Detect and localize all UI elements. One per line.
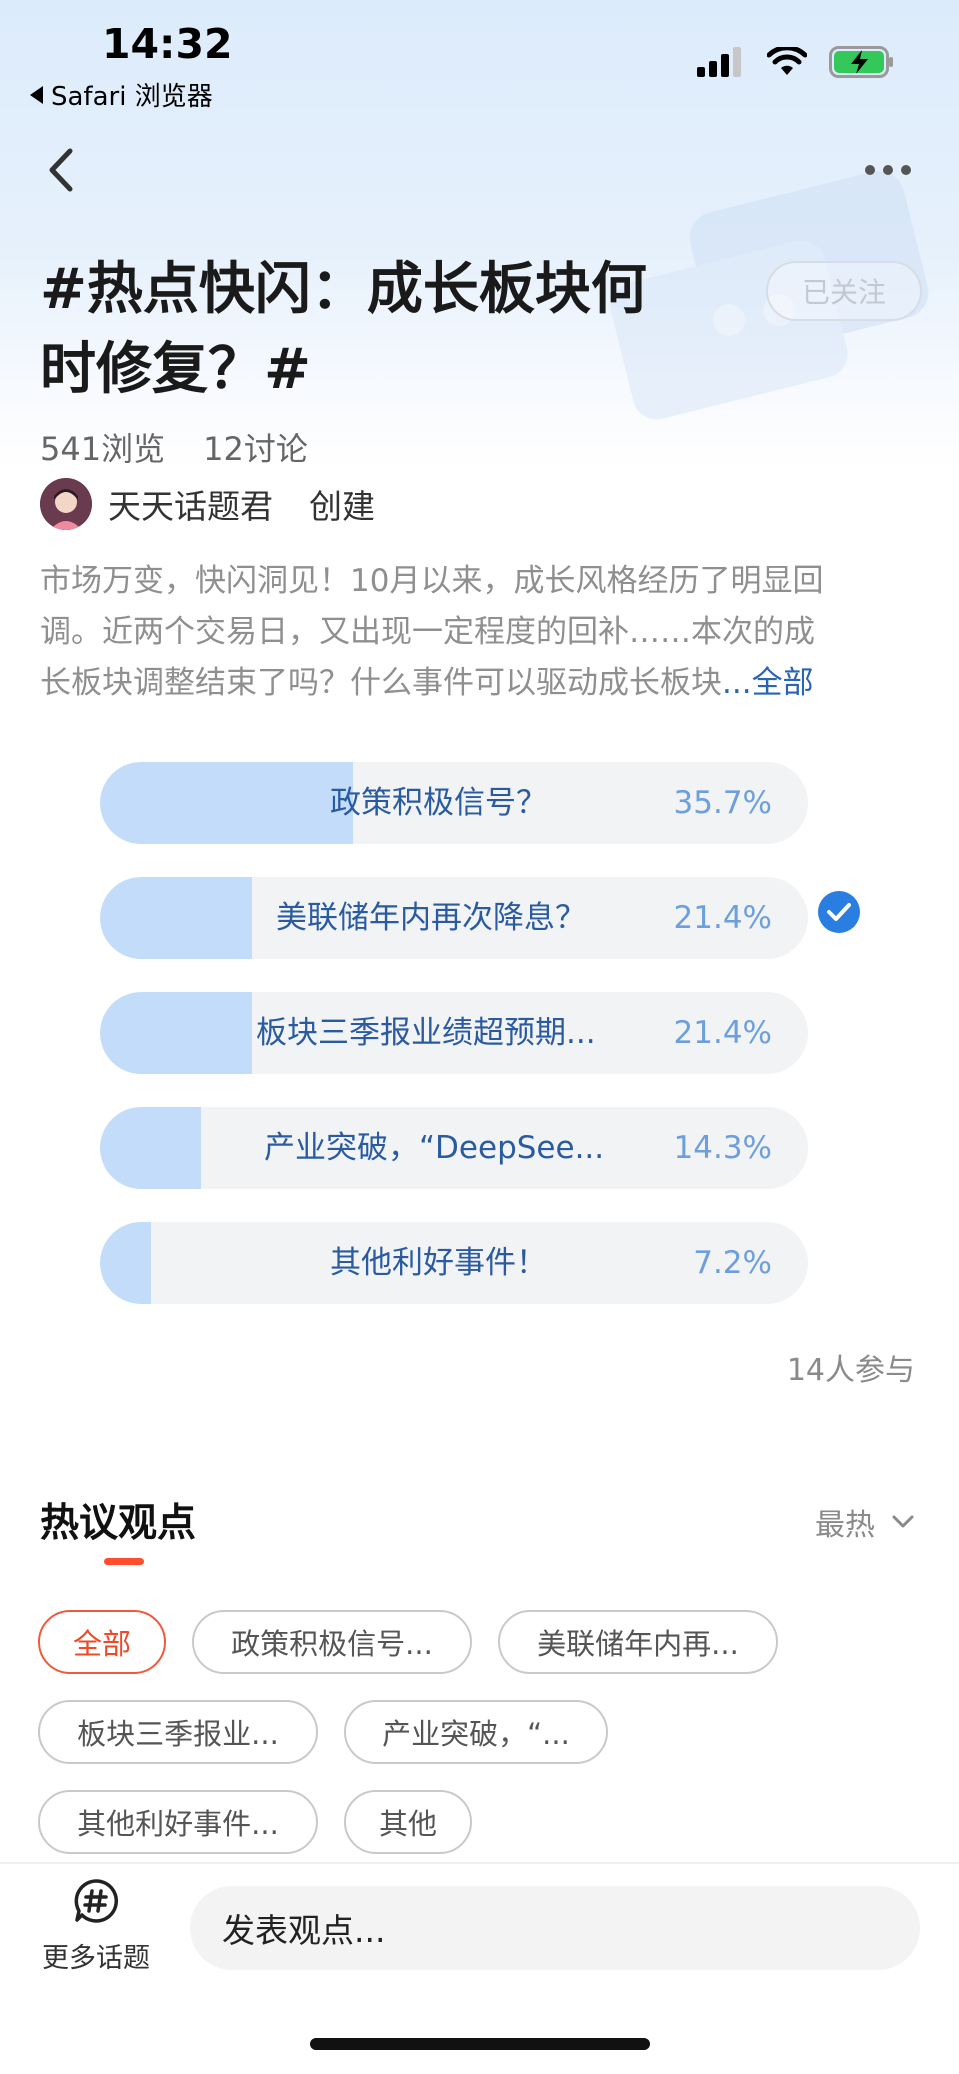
comment-input[interactable]: 发表观点... [190, 1886, 920, 1970]
discussion-count: 12讨论 [203, 430, 308, 468]
desc-line-text: 长板块调整结束了吗？什么事件可以驱动成长板块 [40, 665, 722, 701]
poll-fill-bar [100, 877, 252, 959]
topic-title-line: 时修复？# [40, 337, 311, 402]
status-time: 14:32 [102, 20, 233, 68]
poll-option-percent: 14.3% [673, 1130, 772, 1166]
poll-option-percent: 21.4% [673, 1015, 772, 1051]
poll-option[interactable]: 美联储年内再次降息？ 21.4% [100, 877, 808, 959]
topic-description: 市场万变，快闪洞见！10月以来，成长风格经历了明显回 调。近两个交易日，又出现一… [40, 556, 910, 709]
poll-option-label: 其他利好事件！ [330, 1245, 547, 1281]
poll-option-label: 政策积极信号？ [330, 785, 547, 821]
hashtag-bubble-icon [74, 1879, 119, 1923]
topic-title-line: #热点快闪：成长板块何 [40, 257, 647, 322]
section-title: 热议观点 [40, 1501, 197, 1546]
selected-check-icon [818, 891, 860, 933]
filter-chip[interactable]: 板块三季报业... [38, 1700, 318, 1764]
wifi-icon [767, 47, 807, 75]
view-count: 541浏览 [40, 430, 166, 468]
sort-label: 最热 [815, 1508, 875, 1543]
status-bar: 14:32 Safari 浏览器 [0, 0, 959, 120]
poll-option-label: 板块三季报业绩超预期... [256, 1015, 596, 1051]
poll-option-percent: 21.4% [673, 900, 772, 936]
desc-ellipsis: ... [722, 665, 752, 701]
sort-dropdown[interactable]: 最热 [815, 1500, 915, 1544]
poll-option[interactable]: 产业突破，“DeepSee... 14.3% [100, 1107, 808, 1189]
poll-fill-bar [100, 1107, 202, 1189]
poll-fill-bar [100, 762, 353, 844]
back-chevron-icon[interactable] [42, 145, 82, 195]
expand-description-link[interactable]: 全部 [752, 665, 814, 701]
more-dot [883, 165, 893, 175]
home-indicator [310, 2038, 650, 2050]
poll-option-label: 产业突破，“DeepSee... [264, 1130, 605, 1166]
follow-button[interactable]: 已关注 [766, 261, 922, 321]
poll-option[interactable]: 其他利好事件！ 7.2% [100, 1222, 808, 1304]
more-dot [865, 165, 875, 175]
poll-option-label: 美联储年内再次降息？ [276, 900, 586, 936]
created-label: 创建 [309, 487, 375, 526]
filter-chip-all[interactable]: 全部 [38, 1610, 166, 1674]
creator-info[interactable]: 天天话题君 创建 [40, 478, 375, 530]
avatar [40, 478, 92, 530]
filter-chip[interactable]: 其他 [344, 1790, 472, 1854]
poll-option[interactable]: 政策积极信号？ 35.7% [100, 762, 808, 844]
filter-chip[interactable]: 政策积极信号... [192, 1610, 472, 1674]
back-app-label: Safari 浏览器 [51, 82, 213, 112]
creator-name: 天天话题君 [108, 487, 273, 526]
filter-chip[interactable]: 其他利好事件... [38, 1790, 318, 1854]
poll-fill-bar [100, 992, 252, 1074]
more-dot [901, 165, 911, 175]
poll-option[interactable]: 板块三季报业绩超预期... 21.4% [100, 992, 808, 1074]
more-topics-label: 更多话题 [42, 1943, 150, 1974]
back-to-app[interactable]: Safari 浏览器 [30, 76, 213, 113]
poll-fill-bar [100, 1222, 151, 1304]
desc-line: 长板块调整结束了吗？什么事件可以驱动成长板块...全部 [40, 658, 910, 709]
poll-option-percent: 35.7% [673, 785, 772, 821]
filter-chip[interactable]: 产业突破，“... [344, 1700, 608, 1764]
signal-icon [697, 47, 741, 77]
topic-title: #热点快闪：成长板块何 时修复？# [40, 250, 690, 410]
more-topics-button[interactable]: 更多话题 [36, 1878, 156, 1975]
status-icons [697, 46, 895, 78]
desc-line: 调。近两个交易日，又出现一定程度的回补……本次的成 [40, 614, 815, 650]
participant-count: 14人参与 [786, 1353, 915, 1388]
poll-option-percent: 7.2% [693, 1245, 772, 1281]
battery-charging-icon [829, 46, 893, 78]
back-triangle-icon [30, 85, 43, 104]
chevron-down-icon [892, 1515, 914, 1528]
section-title-underline [104, 1558, 144, 1565]
more-menu-icon[interactable] [865, 160, 915, 180]
filter-chip[interactable]: 美联储年内再... [498, 1610, 778, 1674]
topic-stats: 541浏览 12讨论 [40, 424, 308, 470]
desc-line: 市场万变，快闪洞见！10月以来，成长风格经历了明显回 [40, 563, 824, 599]
bottom-bar-divider [0, 1862, 959, 1864]
